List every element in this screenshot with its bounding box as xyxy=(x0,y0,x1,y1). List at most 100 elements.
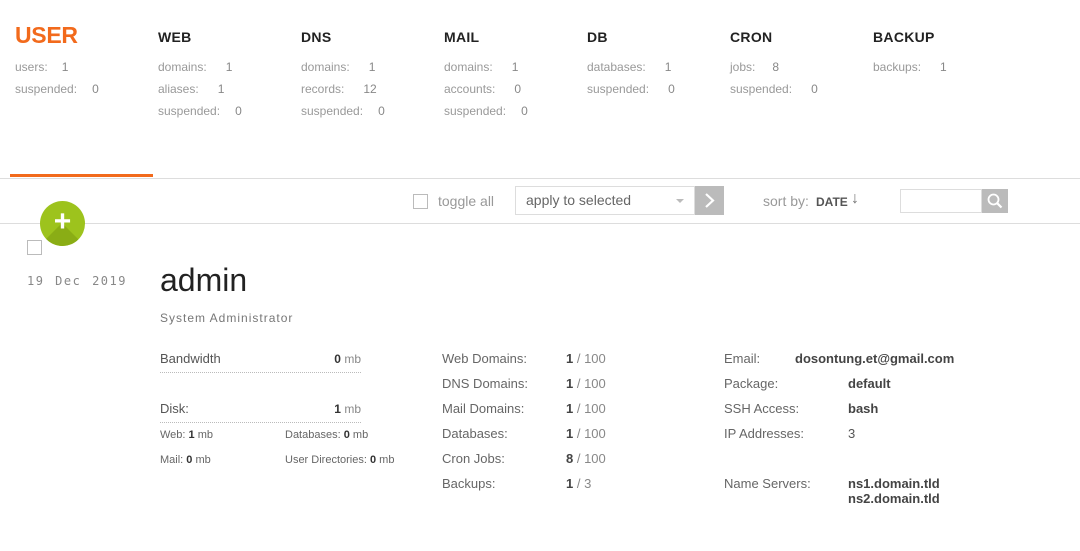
stat-value: 0 xyxy=(668,82,675,96)
sort-by-date-button[interactable]: DATE xyxy=(816,195,848,209)
email-label: Email: xyxy=(724,351,761,366)
limit-label: DNS Domains: xyxy=(442,376,528,391)
stat-value: 0 xyxy=(521,104,528,118)
sort-direction-icon[interactable]: ↓ xyxy=(851,190,859,208)
stat-label: domains: xyxy=(301,60,350,74)
stat-backup-title[interactable]: BACKUP xyxy=(873,24,947,46)
stat-user: USER users: 1 suspended: 0 xyxy=(15,24,99,100)
stat-value: 8 xyxy=(772,60,780,74)
chevron-right-icon xyxy=(705,193,715,208)
package-value: default xyxy=(848,376,891,391)
bandwidth-value: 0 mb xyxy=(334,352,361,366)
stat-value: 1 xyxy=(511,60,519,74)
stat-label: users: xyxy=(15,60,48,74)
sort-label: sort by: xyxy=(763,193,809,209)
stat-value: 0 xyxy=(92,82,99,96)
toggle-all-checkbox[interactable] xyxy=(413,194,428,209)
stat-label: suspended: xyxy=(444,104,507,118)
disk-label: Disk: xyxy=(160,401,189,416)
stat-value: 1 xyxy=(368,60,376,74)
name-servers-label: Name Servers: xyxy=(724,476,811,491)
stat-db: DB databases: 1 suspended: 0 xyxy=(587,24,675,100)
stat-db-title[interactable]: DB xyxy=(587,24,675,46)
stat-label: aliases: xyxy=(158,82,199,96)
limit-label: Mail Domains: xyxy=(442,401,525,416)
bandwidth-bar xyxy=(160,372,361,373)
user-name[interactable]: admin xyxy=(160,262,247,299)
stat-web-title[interactable]: WEB xyxy=(158,24,242,46)
stat-value: 1 xyxy=(217,82,225,96)
limit-label: Web Domains: xyxy=(442,351,528,366)
stat-label: records: xyxy=(301,82,345,96)
apply-button[interactable] xyxy=(695,186,724,215)
stat-user-title[interactable]: USER xyxy=(15,24,99,47)
apply-to-selected-value: apply to selected xyxy=(526,192,632,208)
ip-value: 3 xyxy=(848,426,856,441)
user-row-checkbox[interactable] xyxy=(27,240,42,255)
stat-mail-title[interactable]: MAIL xyxy=(444,24,528,46)
ssh-label: SSH Access: xyxy=(724,401,800,416)
stat-value: 0 xyxy=(378,104,385,118)
name-server-2: ns2.domain.tld xyxy=(848,491,940,506)
ssh-value: bash xyxy=(848,401,879,416)
stat-cron-title[interactable]: CRON xyxy=(730,24,818,46)
stat-dns-title[interactable]: DNS xyxy=(301,24,385,46)
stat-value: 12 xyxy=(363,82,377,96)
stat-value: 1 xyxy=(940,60,947,74)
add-user-button[interactable]: + xyxy=(40,201,85,246)
package-label: Package: xyxy=(724,376,779,391)
search-input[interactable] xyxy=(900,189,982,213)
active-tab-indicator xyxy=(10,174,153,177)
stat-value: 0 xyxy=(514,82,522,96)
stat-label: suspended: xyxy=(730,82,793,96)
stat-label: accounts: xyxy=(444,82,496,96)
limit-value: 1 / 100 xyxy=(566,376,606,391)
search-icon xyxy=(987,193,1003,209)
email-value: dosontung.et@gmail.com xyxy=(795,351,955,366)
limit-label: Backups: xyxy=(442,476,496,491)
disk-user-directories: User Directories: 0 mb xyxy=(285,454,395,466)
stat-mail: MAIL domains: 1 accounts: 0 suspended: 0 xyxy=(444,24,528,122)
stat-label: databases: xyxy=(587,60,646,74)
stat-label: domains: xyxy=(158,60,207,74)
stat-value: 0 xyxy=(235,104,242,118)
caret-down-icon xyxy=(676,199,684,203)
apply-to-selected-dropdown[interactable]: apply to selected xyxy=(515,186,695,215)
stat-value: 1 xyxy=(61,60,69,74)
disk-mail: Mail: 0 mb xyxy=(160,454,211,466)
limit-value: 1 / 100 xyxy=(566,401,606,416)
disk-databases: Databases: 0 mb xyxy=(285,429,369,441)
limit-label: Databases: xyxy=(442,426,508,441)
toggle-all-label[interactable]: toggle all xyxy=(438,193,494,209)
limit-value: 1 / 100 xyxy=(566,351,606,366)
stat-label: backups: xyxy=(873,60,922,74)
search-button[interactable] xyxy=(982,189,1008,213)
stat-cron: CRON jobs: 8 suspended: 0 xyxy=(730,24,818,100)
stat-web: WEB domains: 1 aliases: 1 suspended: 0 xyxy=(158,24,242,122)
limit-value: 1 / 3 xyxy=(566,476,592,491)
stat-label: jobs: xyxy=(730,60,756,74)
limit-label: Cron Jobs: xyxy=(442,451,505,466)
name-server-1: ns1.domain.tld xyxy=(848,476,940,491)
user-role: System Administrator xyxy=(160,311,294,325)
stat-label: suspended: xyxy=(158,104,221,118)
stat-value: 1 xyxy=(225,60,233,74)
stat-value: 0 xyxy=(811,82,818,96)
stat-label: suspended: xyxy=(15,82,78,96)
disk-bar xyxy=(160,422,361,423)
stat-label: suspended: xyxy=(587,82,650,96)
stat-value: 1 xyxy=(664,60,672,74)
disk-web: Web: 1 mb xyxy=(160,429,214,441)
divider xyxy=(0,178,1080,179)
ip-label: IP Addresses: xyxy=(724,426,804,441)
stat-dns: DNS domains: 1 records: 12 suspended: 0 xyxy=(301,24,385,122)
user-created-date: 19 Dec 2019 xyxy=(27,274,127,288)
limit-value: 1 / 100 xyxy=(566,426,606,441)
disk-value: 1 mb xyxy=(334,402,361,416)
limit-value: 8 / 100 xyxy=(566,451,606,466)
bandwidth-label: Bandwidth xyxy=(160,351,221,366)
plus-icon: + xyxy=(53,205,72,238)
stat-label: domains: xyxy=(444,60,493,74)
divider xyxy=(0,223,1080,224)
stat-backup: BACKUP backups: 1 xyxy=(873,24,947,78)
